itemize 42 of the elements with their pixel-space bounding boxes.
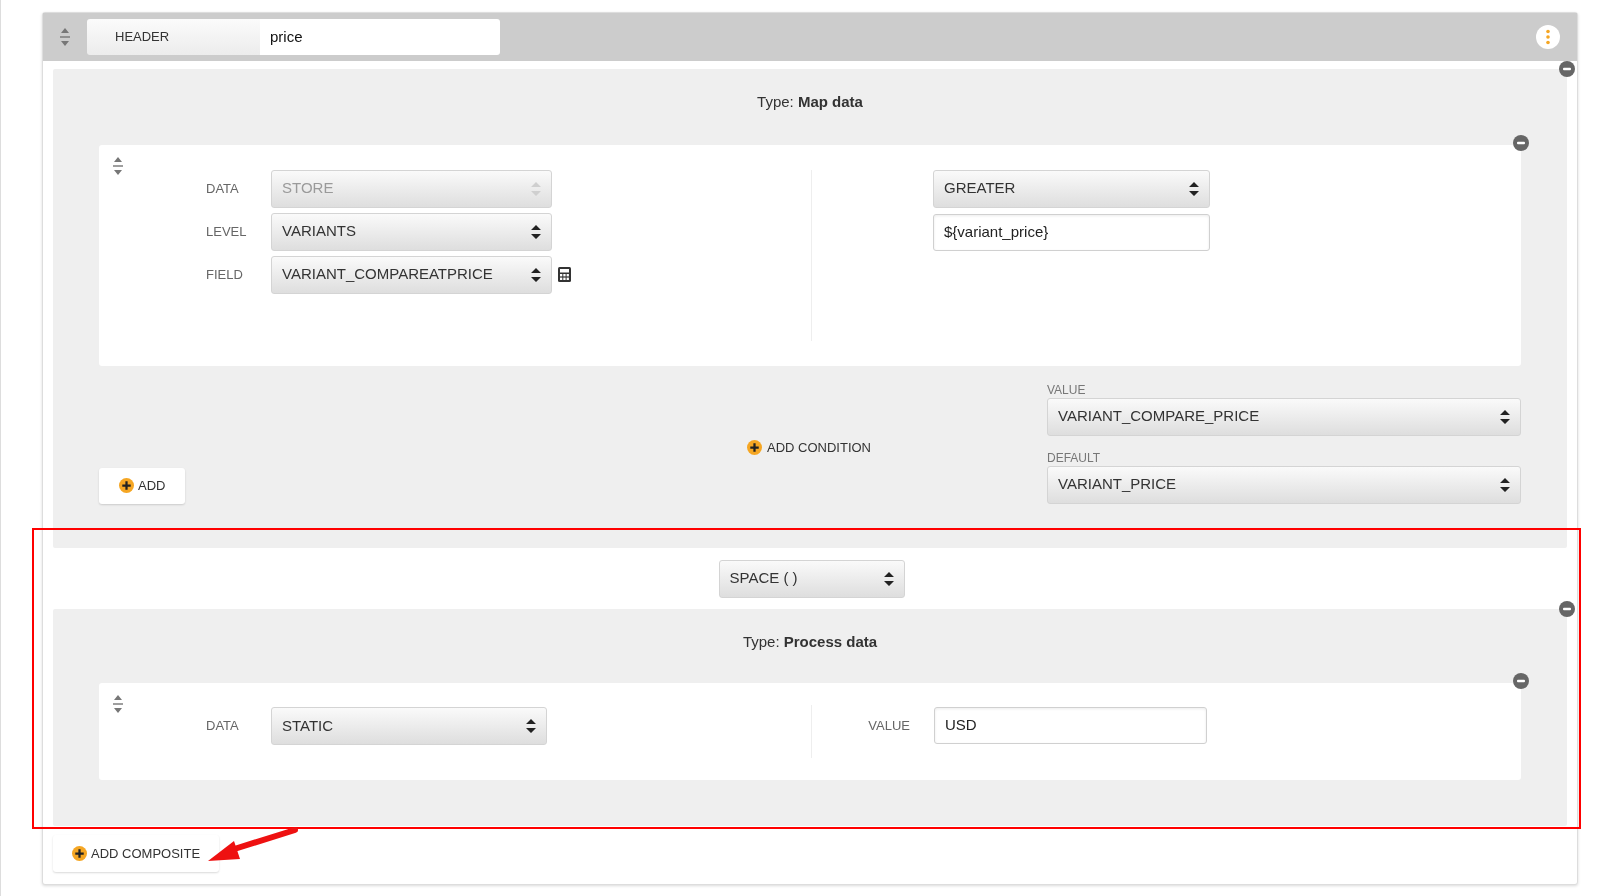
- drag-handle-icon[interactable]: [60, 28, 70, 46]
- up-down-arrows-icon: [1500, 477, 1510, 492]
- field-label: LEVEL: [206, 222, 248, 241]
- up-down-arrows-icon: [531, 224, 541, 239]
- plus-icon: [72, 846, 87, 861]
- add-condition-button[interactable]: ADD CONDITION: [747, 437, 871, 458]
- header-label: HEADER: [87, 19, 260, 55]
- remove-icon[interactable]: [1513, 673, 1529, 689]
- plus-icon: [747, 440, 762, 455]
- add-composite-button[interactable]: ADD COMPOSITE: [53, 835, 220, 872]
- up-down-arrows-icon: [1500, 409, 1510, 424]
- up-down-arrows-icon: [1189, 181, 1199, 196]
- field-label: DATA: [206, 179, 240, 198]
- drag-handle-icon[interactable]: [113, 695, 123, 713]
- section-type-title: Type: Map data: [757, 92, 863, 112]
- field-label: VALUE: [867, 716, 910, 735]
- value-label: VALUE: [1047, 381, 1087, 398]
- remove-icon[interactable]: [1513, 134, 1529, 151]
- up-down-arrows-icon: [883, 571, 894, 586]
- dropdown-select[interactable]: VARIANTS: [271, 212, 552, 251]
- text-field[interactable]: USD: [934, 707, 1207, 744]
- remove-icon[interactable]: [1559, 61, 1575, 77]
- remove-icon[interactable]: [1559, 600, 1575, 617]
- text-field[interactable]: ${variant_price}: [933, 213, 1210, 251]
- section-type-title: Type: Process data: [742, 631, 878, 652]
- calculator-icon[interactable]: [558, 267, 571, 282]
- value-select[interactable]: VARIANT_COMPARE_PRICE: [1047, 397, 1521, 436]
- add-button[interactable]: ADD: [99, 467, 186, 504]
- dropdown-select[interactable]: STATIC: [271, 707, 547, 745]
- up-down-arrows-icon: [531, 267, 541, 282]
- up-down-arrows-icon: [531, 181, 541, 196]
- header-input[interactable]: price: [260, 19, 500, 55]
- default-select[interactable]: VARIANT_PRICE: [1047, 465, 1521, 504]
- dropdown-select[interactable]: VARIANT_COMPAREATPRICE: [271, 255, 552, 294]
- plus-icon: [119, 478, 134, 493]
- field-label: DATA: [206, 717, 240, 736]
- field-label: FIELD: [206, 265, 244, 284]
- operator-select[interactable]: GREATER: [933, 169, 1210, 208]
- default-label: DEFAULT: [1047, 449, 1102, 466]
- drag-handle-icon[interactable]: [113, 156, 123, 175]
- separator-select[interactable]: SPACE ( ): [718, 559, 905, 598]
- up-down-arrows-icon: [526, 719, 536, 733]
